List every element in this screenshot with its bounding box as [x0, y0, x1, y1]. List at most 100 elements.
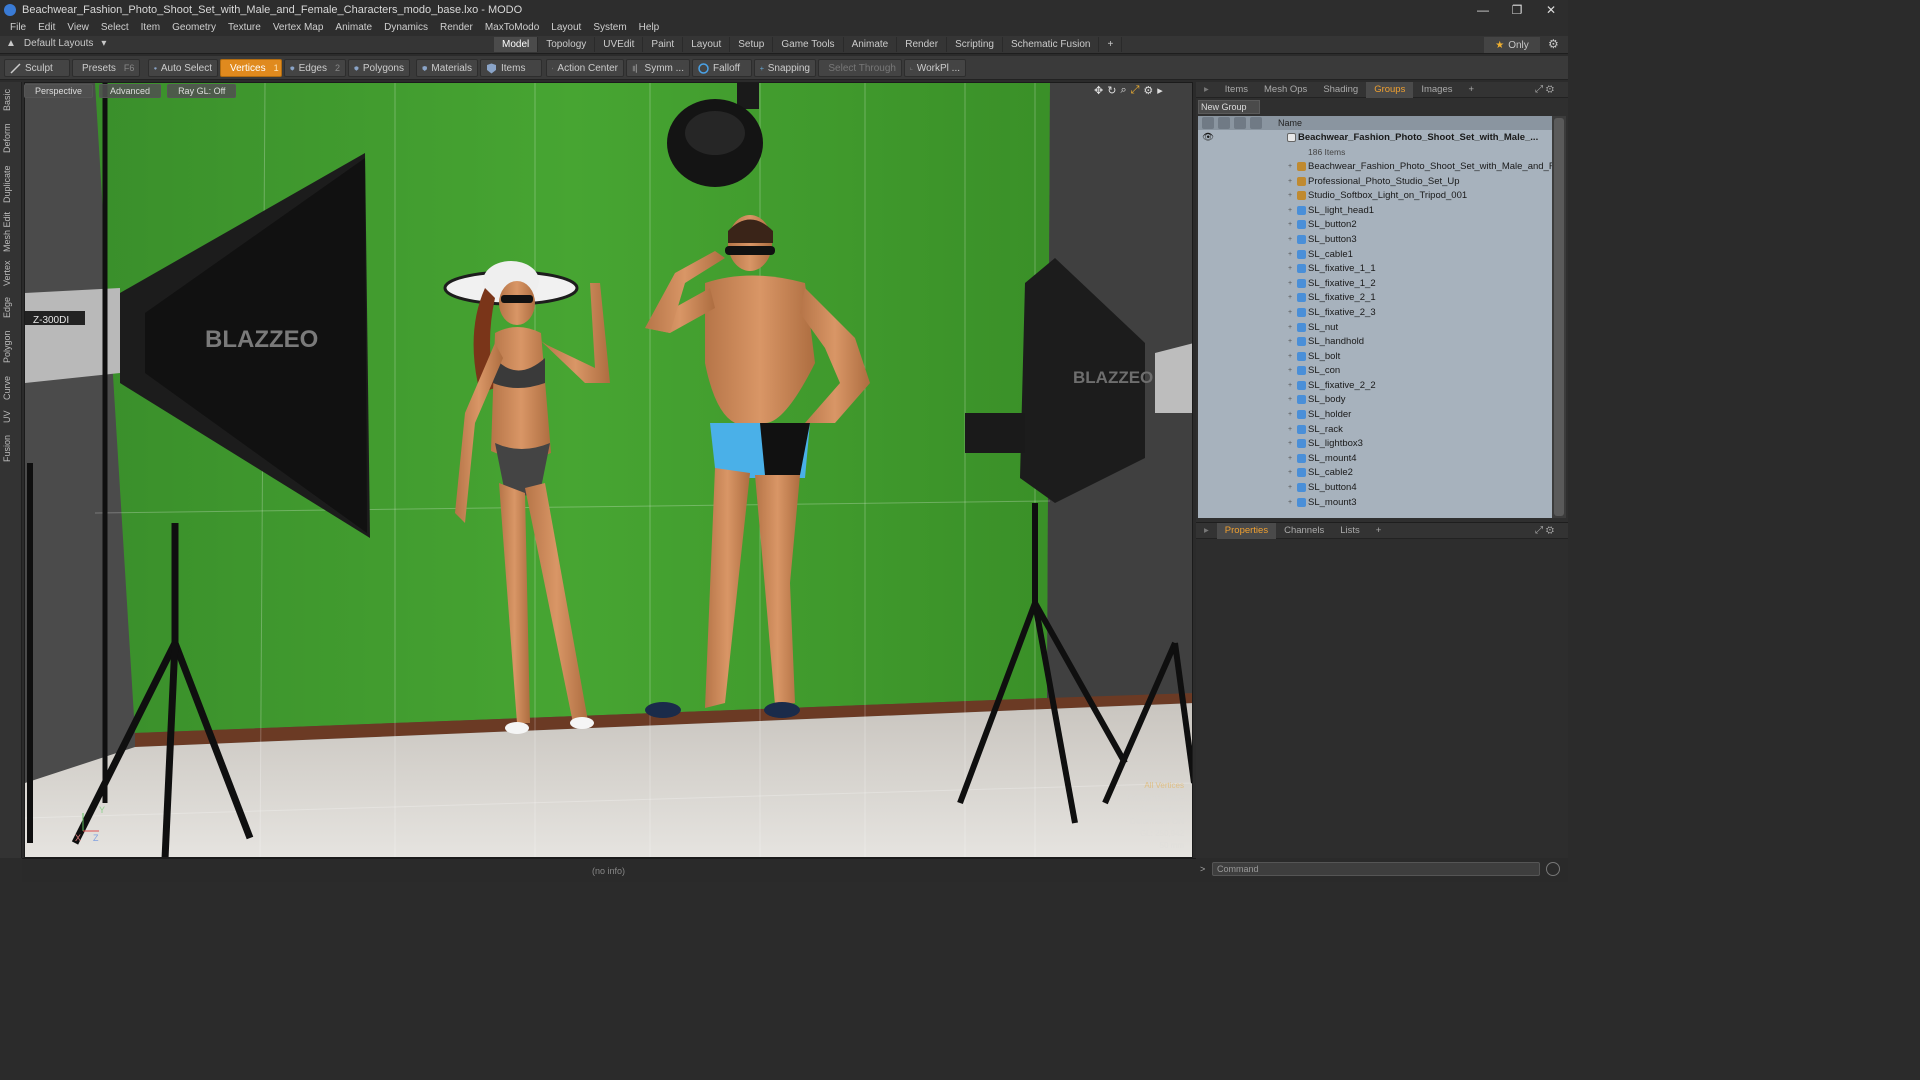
select-column-icon[interactable]: [1250, 117, 1262, 129]
only-toggle[interactable]: ★ Only: [1484, 37, 1540, 53]
tab-basic[interactable]: Basic: [2, 88, 20, 112]
tab-game-tools[interactable]: Game Tools: [773, 37, 844, 52]
tab-model[interactable]: Model: [494, 37, 539, 52]
gear-icon[interactable]: ⚙: [1548, 37, 1559, 51]
group-item-row[interactable]: + SL_fixative_1_1: [1198, 261, 1552, 276]
expand-icon[interactable]: +: [1288, 469, 1292, 476]
scrollbar-thumb[interactable]: [1554, 118, 1564, 516]
group-item-row[interactable]: + SL_rack: [1198, 422, 1552, 437]
fit-view-icon[interactable]: ⤢: [1131, 84, 1140, 97]
expand-icon[interactable]: +: [1288, 280, 1292, 287]
expand-icon[interactable]: +: [1288, 178, 1292, 185]
expand-icon[interactable]: +: [1288, 367, 1292, 374]
tab-vertex[interactable]: Vertex: [2, 258, 20, 288]
items-button[interactable]: Items: [480, 59, 542, 77]
raygl-button[interactable]: Ray GL: Off: [167, 84, 237, 98]
group-item-row[interactable]: + Beachwear_Fashion_Photo_Shoot_Set_with_…: [1198, 159, 1552, 174]
symmetry-button[interactable]: Symm ...: [626, 59, 690, 77]
tab-animate[interactable]: Animate: [844, 37, 898, 52]
menu-texture[interactable]: Texture: [222, 22, 267, 33]
menu-vertex-map[interactable]: Vertex Map: [267, 22, 330, 33]
menu-item[interactable]: Item: [135, 22, 166, 33]
command-history-icon[interactable]: >: [1200, 864, 1205, 874]
shading-button[interactable]: Advanced: [99, 84, 162, 98]
group-item-row[interactable]: + SL_fixative_2_2: [1198, 378, 1552, 393]
menu-maxtomodo[interactable]: MaxToModo: [479, 22, 545, 33]
expand-icon[interactable]: +: [1288, 294, 1292, 301]
expand-icon[interactable]: +: [1288, 192, 1292, 199]
menu-file[interactable]: File: [4, 22, 32, 33]
tab-items[interactable]: Items: [1217, 82, 1256, 98]
tab-channels[interactable]: Channels: [1276, 523, 1332, 539]
tab-lists[interactable]: Lists: [1332, 523, 1368, 539]
materials-button[interactable]: Materials: [416, 59, 478, 77]
tab-uvedit[interactable]: UVEdit: [595, 37, 644, 52]
tab-groups[interactable]: Groups: [1366, 81, 1414, 98]
tab-edge[interactable]: Edge: [2, 294, 20, 320]
workplane-button[interactable]: WorkPl ...: [904, 59, 966, 77]
view-settings-icon[interactable]: ⚙: [1143, 84, 1153, 97]
3d-viewport[interactable]: Z-300DI BLAZZEO BLAZZEO Y X Z: [24, 82, 1193, 858]
panel-options-icon[interactable]: ⤢ ⚙: [1527, 82, 1562, 98]
tab-deform[interactable]: Deform: [2, 118, 20, 158]
menu-system[interactable]: System: [587, 22, 632, 33]
expand-icon[interactable]: +: [1288, 411, 1292, 418]
menu-animate[interactable]: Animate: [329, 22, 378, 33]
expand-icon[interactable]: +: [1288, 221, 1292, 228]
expand-icon[interactable]: +: [1288, 163, 1292, 170]
edges-button[interactable]: Edges 2: [284, 59, 346, 77]
group-item-row[interactable]: + Professional_Photo_Studio_Set_Up: [1198, 174, 1552, 189]
scene-render[interactable]: Z-300DI BLAZZEO BLAZZEO Y X Z: [25, 83, 1193, 858]
eye-icon[interactable]: 👁: [1202, 132, 1214, 143]
auto-select-button[interactable]: Auto Select: [148, 59, 218, 77]
expand-icon[interactable]: +: [1288, 207, 1292, 214]
falloff-button[interactable]: Falloff: [692, 59, 752, 77]
tab-uv[interactable]: UV: [2, 408, 20, 426]
vertices-button[interactable]: Vertices 1: [220, 59, 282, 77]
group-item-row[interactable]: + Studio_Softbox_Light_on_Tripod_001: [1198, 188, 1552, 203]
close-icon[interactable]: ✕: [1534, 0, 1568, 19]
move-view-icon[interactable]: ✥: [1094, 84, 1103, 97]
group-item-row[interactable]: + SL_holder: [1198, 407, 1552, 422]
group-item-row[interactable]: + SL_mount3: [1198, 495, 1552, 510]
tab-shading[interactable]: Shading: [1315, 82, 1366, 98]
panel-collapse-icon[interactable]: ▸: [1196, 82, 1217, 98]
tab-properties[interactable]: Properties: [1216, 522, 1277, 539]
group-item-row[interactable]: + SL_fixative_2_1: [1198, 291, 1552, 306]
group-item-row[interactable]: + SL_handhold: [1198, 334, 1552, 349]
group-item-row[interactable]: + SL_bolt: [1198, 349, 1552, 364]
group-item-row[interactable]: + SL_fixative_1_2: [1198, 276, 1552, 291]
expand-icon[interactable]: +: [1288, 251, 1292, 258]
expand-icon[interactable]: +: [1288, 324, 1292, 331]
command-run-icon[interactable]: [1546, 862, 1560, 876]
tab-paint[interactable]: Paint: [643, 37, 684, 52]
menu-geometry[interactable]: Geometry: [166, 22, 222, 33]
menu-layout[interactable]: Layout: [545, 22, 587, 33]
action-center-button[interactable]: Action Center: [546, 59, 624, 77]
viewport-menu-icon[interactable]: ▸: [1157, 84, 1163, 97]
add-tab-icon[interactable]: +: [1461, 82, 1483, 98]
minimize-icon[interactable]: —: [1466, 0, 1500, 19]
name-column-header[interactable]: Name: [1278, 118, 1302, 128]
tab-render[interactable]: Render: [897, 37, 948, 52]
add-tab-icon[interactable]: +: [1368, 523, 1390, 539]
select-through-button[interactable]: Select Through: [818, 59, 902, 77]
tab-setup[interactable]: Setup: [730, 37, 774, 52]
group-item-row[interactable]: + SL_button4: [1198, 480, 1552, 495]
expand-icon[interactable]: +: [1288, 499, 1292, 506]
group-item-row[interactable]: + SL_button3: [1198, 232, 1552, 247]
presets-button[interactable]: Presets F6: [72, 59, 140, 77]
expand-icon[interactable]: +: [1288, 484, 1292, 491]
tab-mesh-edit[interactable]: Mesh Edit: [2, 210, 20, 254]
expand-icon[interactable]: +: [1288, 455, 1292, 462]
expand-icon[interactable]: +: [1288, 309, 1292, 316]
group-item-row[interactable]: + SL_light_head1: [1198, 203, 1552, 218]
view-mode-button[interactable]: Perspective: [24, 84, 94, 98]
new-group-button[interactable]: New Group: [1198, 100, 1260, 114]
tab-fusion[interactable]: Fusion: [2, 432, 20, 464]
group-item-row[interactable]: + SL_nut: [1198, 320, 1552, 335]
menu-help[interactable]: Help: [633, 22, 666, 33]
group-item-row[interactable]: + SL_mount4: [1198, 451, 1552, 466]
group-item-row[interactable]: + SL_lightbox3: [1198, 436, 1552, 451]
expand-icon[interactable]: +: [1288, 265, 1292, 272]
